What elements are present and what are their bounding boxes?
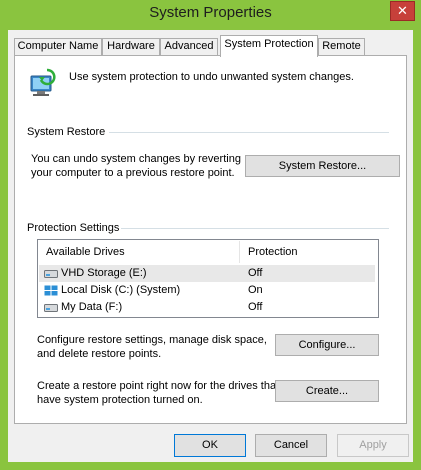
- column-separator[interactable]: [239, 241, 240, 263]
- drive-icon: [44, 304, 58, 312]
- system-properties-window: System Properties ✕ Computer Name Hardwa…: [0, 0, 421, 470]
- configure-description-1: Configure restore settings, manage disk …: [37, 334, 267, 346]
- protection-settings-divider: [121, 228, 389, 229]
- configure-description-2: and delete restore points.: [37, 348, 162, 360]
- column-header-drives[interactable]: Available Drives: [46, 246, 125, 258]
- drive-protection-status: Off: [248, 267, 263, 279]
- system-restore-divider: [109, 132, 389, 133]
- windows-drive-icon: [44, 285, 58, 296]
- tab-system-protection[interactable]: System Protection: [220, 35, 318, 57]
- close-button[interactable]: ✕: [390, 1, 415, 21]
- drives-list[interactable]: Available Drives Protection VHD Storage …: [37, 239, 379, 318]
- dialog-client: Computer Name Hardware Advanced System P…: [8, 30, 413, 462]
- tab-remote[interactable]: Remote: [318, 38, 365, 55]
- system-protection-panel: Use system protection to undo unwanted s…: [14, 55, 407, 424]
- create-description-1: Create a restore point right now for the…: [37, 380, 280, 392]
- tab-advanced[interactable]: Advanced: [160, 38, 218, 55]
- drive-row-c[interactable]: Local Disk (C:) (System) On: [39, 282, 375, 299]
- column-header-protection[interactable]: Protection: [248, 246, 298, 258]
- system-protection-icon: [30, 68, 56, 96]
- configure-button[interactable]: Configure...: [275, 334, 379, 356]
- window-title: System Properties: [149, 4, 272, 21]
- tab-hardware[interactable]: Hardware: [102, 38, 160, 55]
- protection-settings-group-label: Protection Settings: [27, 222, 120, 234]
- drive-row-f[interactable]: My Data (F:) Off: [39, 299, 375, 316]
- create-button[interactable]: Create...: [275, 380, 379, 402]
- drive-protection-status: On: [248, 284, 263, 296]
- tab-computer-name[interactable]: Computer Name: [14, 38, 102, 55]
- create-description-2: have system protection turned on.: [37, 394, 203, 406]
- drive-protection-status: Off: [248, 301, 263, 313]
- system-restore-button[interactable]: System Restore...: [245, 155, 400, 177]
- drive-icon: [44, 270, 58, 278]
- drive-name: Local Disk (C:) (System): [61, 284, 181, 296]
- cancel-button[interactable]: Cancel: [255, 434, 327, 457]
- system-restore-description-2: your computer to a previous restore poin…: [31, 167, 235, 179]
- intro-text: Use system protection to undo unwanted s…: [69, 71, 354, 83]
- title-bar[interactable]: System Properties ✕: [0, 0, 421, 30]
- system-restore-description-1: You can undo system changes by reverting: [31, 153, 241, 165]
- system-restore-group-label: System Restore: [27, 126, 106, 138]
- ok-button[interactable]: OK: [174, 434, 246, 457]
- drive-row-e[interactable]: VHD Storage (E:) Off: [39, 265, 375, 282]
- drive-name: VHD Storage (E:): [61, 267, 147, 279]
- close-icon: ✕: [397, 3, 408, 18]
- apply-button[interactable]: Apply: [337, 434, 409, 457]
- drive-name: My Data (F:): [61, 301, 123, 313]
